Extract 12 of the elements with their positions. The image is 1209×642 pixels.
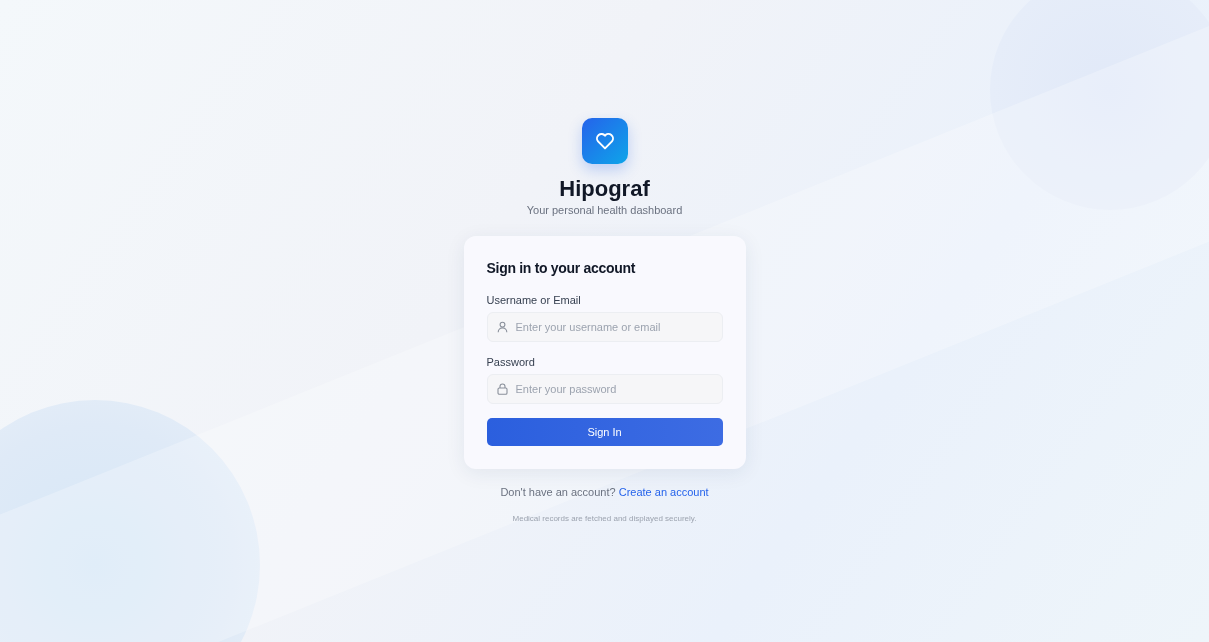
form-title: Sign in to your account (486, 260, 637, 276)
username-field[interactable]: Enter your username or email (486, 312, 723, 342)
security-note: Medical records are fetched and displayed securely. (512, 514, 697, 523)
field-label: Password (486, 356, 536, 368)
app-name: Hipograf (559, 176, 650, 202)
heart-icon (594, 132, 615, 150)
field-label: Username or Email (486, 294, 582, 306)
signup-prompt: Don't have an account? Create an account (500, 486, 709, 498)
sign-in-button[interactable]: Sign In (486, 418, 723, 446)
app-tagline: Your personal health dashboard (526, 204, 683, 216)
password-field[interactable]: Enter your password (486, 374, 723, 404)
create-account-link[interactable]: Create an account (618, 486, 709, 498)
